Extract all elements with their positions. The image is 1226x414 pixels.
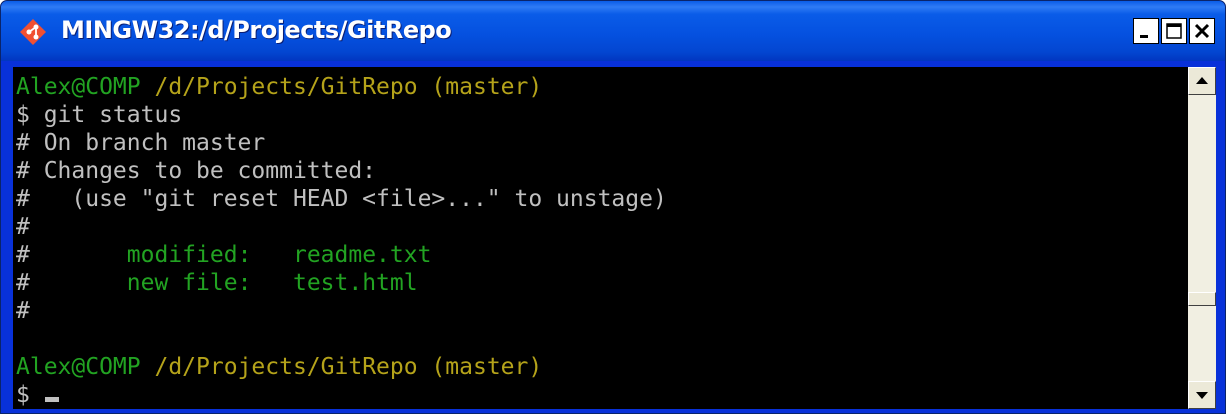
prompt-line: Alex@COMP /d/Projects/GitRepo (master) [16,73,542,101]
text-cursor [45,397,59,402]
status-changes-line: # Changes to be committed: [16,158,377,184]
new-filename: test.html [292,270,418,296]
arrow-down-icon [1196,392,1208,399]
prompt-line-2: Alex@COMP /d/Projects/GitRepo (master) [16,353,542,381]
status-hint-line: # (use "git reset HEAD <file>..." to uns… [16,186,667,212]
minimize-button[interactable] [1133,18,1159,44]
window-title: MINGW32:/d/Projects/GitRepo [61,16,452,44]
scroll-thumb[interactable] [1188,292,1216,306]
minimize-icon [1140,35,1148,38]
prompt-user-host: Alex@COMP [16,354,141,380]
title-bar[interactable]: MINGW32:/d/Projects/GitRepo [1,1,1225,61]
modified-label: modified: [126,242,252,268]
close-icon [1194,23,1210,39]
hash-marker: # [16,242,30,268]
close-button[interactable] [1189,18,1215,44]
command-line: $ git status [16,102,183,128]
prompt-path: /d/Projects/GitRepo (master) [154,74,543,100]
modified-file-line: # modified: readme.txt [16,241,431,269]
git-diamond-icon [20,19,46,45]
terminal-window: MINGW32:/d/Projects/GitRepo Alex@COMP /d… [0,0,1226,414]
hash-marker: # [16,270,30,296]
vertical-scrollbar[interactable] [1188,67,1216,409]
console-output[interactable]: Alex@COMP /d/Projects/GitRepo (master) $… [13,67,1188,409]
input-prompt[interactable]: $ [16,381,30,409]
prompt-user-host: Alex@COMP [16,74,141,100]
arrow-up-icon [1196,77,1208,84]
status-branch-line: # On branch master [16,130,266,156]
status-empty-line-2: # [16,298,30,324]
maximize-button[interactable] [1161,18,1187,44]
new-file-line: # new file: test.html [16,269,418,297]
status-empty-line: # [16,214,30,240]
modified-filename: readme.txt [292,242,432,268]
scroll-down-button[interactable] [1188,381,1216,409]
scroll-up-button[interactable] [1188,67,1216,95]
new-file-label: new file: [126,270,252,296]
prompt-path: /d/Projects/GitRepo (master) [154,354,543,380]
maximize-icon [1166,23,1182,39]
